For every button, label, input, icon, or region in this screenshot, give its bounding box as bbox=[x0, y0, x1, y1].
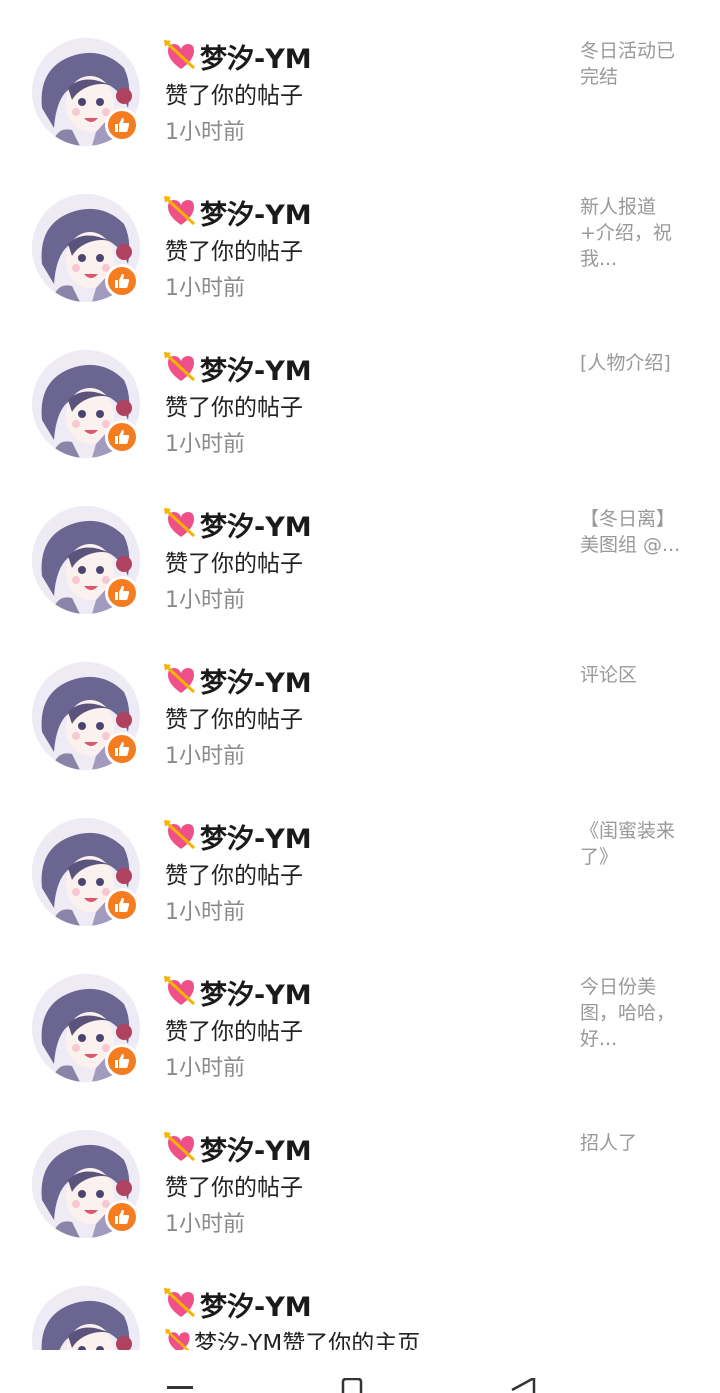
heart-arrow-icon bbox=[164, 820, 198, 852]
thumbs-up-icon bbox=[105, 732, 139, 766]
user-name[interactable]: 梦汐-YM bbox=[164, 1130, 312, 1167]
user-name-text: 梦汐-YM bbox=[200, 199, 312, 231]
user-name[interactable]: 梦汐-YM bbox=[164, 506, 312, 543]
timestamp: 1小时前 bbox=[165, 744, 245, 769]
post-title[interactable]: 评论区 bbox=[580, 662, 688, 688]
thumbs-up-icon bbox=[105, 264, 139, 298]
heart-arrow-icon bbox=[164, 976, 198, 1008]
thumbs-up-icon bbox=[105, 108, 139, 142]
heart-arrow-icon bbox=[164, 352, 198, 384]
action-text: 赞了你的帖子 bbox=[165, 239, 303, 265]
list-item[interactable]: 梦汐-YM 赞了你的帖子 1小时前 今日份美图，哈哈，好... bbox=[0, 936, 720, 1092]
menu-icon[interactable] bbox=[167, 1378, 193, 1393]
user-name-text: 梦汐-YM bbox=[200, 823, 312, 855]
timestamp: 1小时前 bbox=[165, 120, 245, 145]
avatar[interactable] bbox=[32, 1130, 140, 1238]
heart-arrow-icon bbox=[164, 196, 198, 228]
avatar[interactable] bbox=[32, 818, 140, 926]
user-name-text: 梦汐-YM bbox=[200, 1291, 312, 1323]
action-text: 赞了你的帖子 bbox=[165, 551, 303, 577]
avatar[interactable] bbox=[32, 974, 140, 1082]
user-name-text: 梦汐-YM bbox=[200, 979, 312, 1011]
post-title[interactable]: 【冬日离】美图组 @... bbox=[580, 506, 688, 558]
post-title[interactable]: 新人报道+介绍，祝我... bbox=[580, 194, 688, 272]
thumbs-up-icon bbox=[105, 420, 139, 454]
timestamp: 1小时前 bbox=[165, 1056, 245, 1081]
thumbs-up-icon bbox=[105, 888, 139, 922]
post-title[interactable]: 招人了 bbox=[580, 1130, 688, 1156]
user-name[interactable]: 梦汐-YM bbox=[164, 662, 312, 699]
user-name-text: 梦汐-YM bbox=[200, 43, 312, 75]
heart-arrow-icon bbox=[164, 1288, 198, 1320]
heart-arrow-icon bbox=[164, 40, 198, 72]
home-icon[interactable] bbox=[340, 1377, 364, 1393]
thumbs-up-icon bbox=[105, 1044, 139, 1078]
avatar-image bbox=[32, 1286, 140, 1350]
list-item[interactable]: 梦汐-YM 赞了你的帖子 1小时前 冬日活动已完结 bbox=[0, 0, 720, 156]
timestamp: 1小时前 bbox=[165, 276, 245, 301]
system-nav-bar bbox=[0, 1350, 720, 1393]
avatar[interactable] bbox=[32, 194, 140, 302]
user-name-text: 梦汐-YM bbox=[200, 511, 312, 543]
avatar[interactable] bbox=[32, 662, 140, 770]
user-name[interactable]: 梦汐-YM bbox=[164, 818, 312, 855]
user-name[interactable]: 梦汐-YM bbox=[164, 1286, 312, 1323]
list-item[interactable]: 梦汐-YM 赞了你的帖子 1小时前 [人物介绍] bbox=[0, 312, 720, 468]
action-text: 赞了你的帖子 bbox=[165, 1175, 303, 1201]
action-text-label: 梦汐-YM赞了你的主页 bbox=[194, 1331, 421, 1350]
avatar[interactable] bbox=[32, 1286, 140, 1350]
action-text: 赞了你的帖子 bbox=[165, 863, 303, 889]
user-name-text: 梦汐-YM bbox=[200, 355, 312, 387]
heart-arrow-icon bbox=[165, 1329, 193, 1350]
list-item[interactable]: 梦汐-YM 赞了你的帖子 1小时前 新人报道+介绍，祝我... bbox=[0, 156, 720, 312]
thumbs-up-icon bbox=[105, 576, 139, 610]
user-name-text: 梦汐-YM bbox=[200, 1135, 312, 1167]
timestamp: 1小时前 bbox=[165, 1212, 245, 1237]
action-text: 赞了你的帖子 bbox=[165, 1019, 303, 1045]
user-name[interactable]: 梦汐-YM bbox=[164, 194, 312, 231]
avatar[interactable] bbox=[32, 350, 140, 458]
user-name-text: 梦汐-YM bbox=[200, 667, 312, 699]
action-text: 赞了你的帖子 bbox=[165, 707, 303, 733]
thumbs-up-icon bbox=[105, 1200, 139, 1234]
avatar[interactable] bbox=[32, 506, 140, 614]
post-title[interactable]: 冬日活动已完结 bbox=[580, 38, 688, 90]
timestamp: 1小时前 bbox=[165, 432, 245, 457]
avatar[interactable] bbox=[32, 38, 140, 146]
list-item[interactable]: 梦汐-YM 赞了你的帖子 1小时前 评论区 bbox=[0, 624, 720, 780]
heart-arrow-icon bbox=[164, 1132, 198, 1164]
post-title[interactable]: 《闺蜜装来了》 bbox=[580, 818, 688, 870]
heart-arrow-icon bbox=[164, 508, 198, 540]
back-icon[interactable] bbox=[508, 1376, 536, 1393]
action-text: 梦汐-YM赞了你的主页 bbox=[165, 1324, 420, 1350]
heart-arrow-icon bbox=[164, 664, 198, 696]
list-item[interactable]: 梦汐-YM 梦汐-YM赞了你的主页 bbox=[0, 1248, 720, 1350]
post-title[interactable]: [人物介绍] bbox=[580, 350, 688, 376]
list-item[interactable]: 梦汐-YM 赞了你的帖子 1小时前 【冬日离】美图组 @... bbox=[0, 468, 720, 624]
timestamp: 1小时前 bbox=[165, 588, 245, 613]
user-name[interactable]: 梦汐-YM bbox=[164, 38, 312, 75]
action-text: 赞了你的帖子 bbox=[165, 83, 303, 109]
timestamp: 1小时前 bbox=[165, 900, 245, 925]
list-item[interactable]: 梦汐-YM 赞了你的帖子 1小时前 招人了 bbox=[0, 1092, 720, 1248]
user-name[interactable]: 梦汐-YM bbox=[164, 350, 312, 387]
list-item[interactable]: 梦汐-YM 赞了你的帖子 1小时前 《闺蜜装来了》 bbox=[0, 780, 720, 936]
post-title[interactable]: 今日份美图，哈哈，好... bbox=[580, 974, 688, 1052]
notification-list: 梦汐-YM 赞了你的帖子 1小时前 冬日活动已完结 梦汐-YM 赞了你的帖子 1… bbox=[0, 0, 720, 1350]
user-name[interactable]: 梦汐-YM bbox=[164, 974, 312, 1011]
action-text: 赞了你的帖子 bbox=[165, 395, 303, 421]
